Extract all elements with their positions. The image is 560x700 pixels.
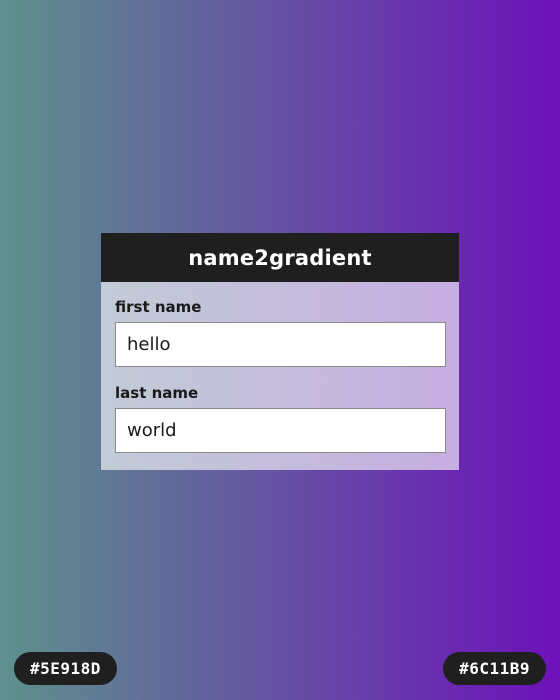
first-name-label: first name (115, 298, 202, 316)
card-header: name2gradient (101, 233, 459, 282)
last-name-label: last name (115, 384, 199, 402)
first-name-field-group: first name (115, 298, 446, 367)
first-name-input[interactable] (115, 322, 446, 367)
app-title: name2gradient (188, 245, 372, 270)
last-name-input[interactable] (115, 408, 446, 453)
start-color-badge: #5E918D (14, 652, 117, 685)
name-form-card: name2gradient first name last name (101, 233, 459, 470)
card-body: first name last name (101, 282, 459, 470)
end-color-badge: #6C11B9 (443, 652, 546, 685)
last-name-field-group: last name (115, 384, 446, 453)
